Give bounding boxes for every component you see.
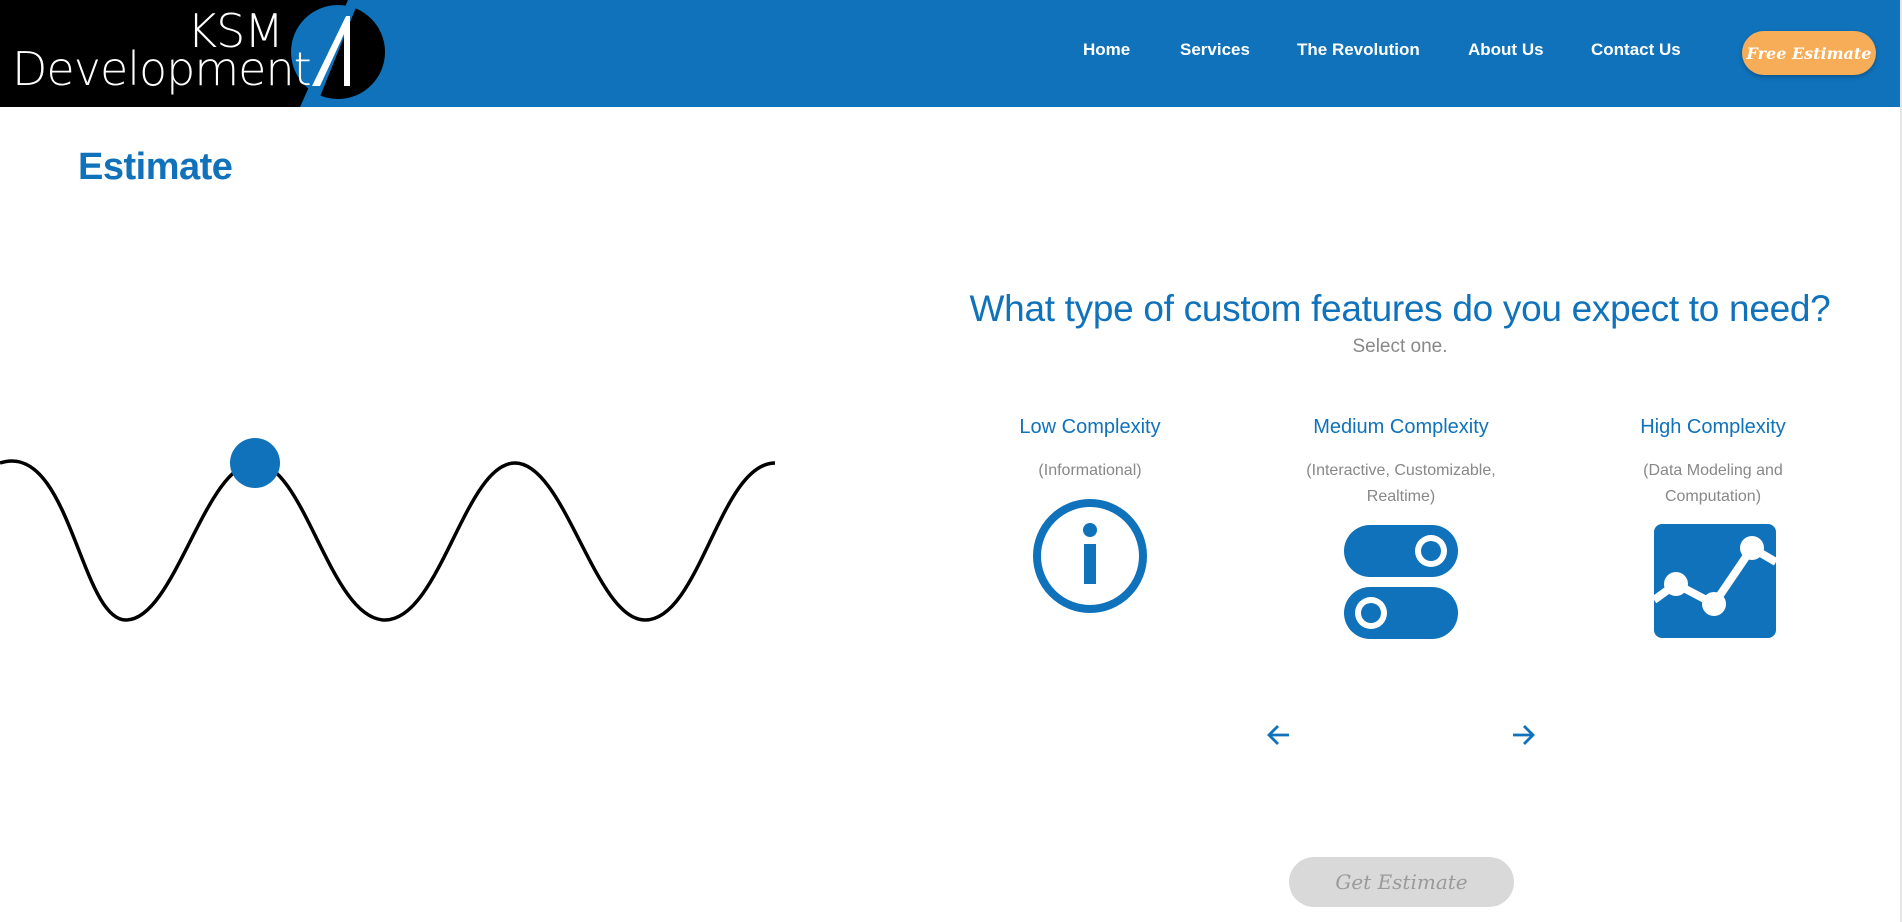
- progress-marker: [230, 438, 280, 488]
- option-description: (Informational): [1038, 462, 1142, 479]
- option-title: High Complexity: [1640, 416, 1786, 438]
- step-question: What type of custom features do you expe…: [969, 288, 1831, 329]
- wave-progress-indicator: [0, 438, 776, 622]
- toggle-switches-icon: [1344, 525, 1458, 639]
- get-estimate-button[interactable]: Get Estimate: [1289, 857, 1514, 907]
- option-title: Low Complexity: [1019, 416, 1161, 438]
- option-low-complexity[interactable]: Low Complexity (Informational): [975, 416, 1205, 616]
- nav-home[interactable]: Home: [1083, 40, 1130, 60]
- option-medium-complexity[interactable]: Medium Complexity (Interactive, Customiz…: [1286, 416, 1516, 646]
- free-estimate-button[interactable]: Free Estimate: [1742, 31, 1876, 75]
- nav-services[interactable]: Services: [1180, 40, 1250, 60]
- option-high-complexity[interactable]: High Complexity (Data Modeling and Compu…: [1598, 416, 1828, 646]
- page-title: Estimate: [78, 146, 233, 188]
- nav-about-us[interactable]: About Us: [1468, 40, 1544, 60]
- logo-line-development: Development: [12, 42, 312, 96]
- line-chart-icon: [1652, 524, 1776, 638]
- option-title: Medium Complexity: [1313, 416, 1489, 438]
- ksm-logo[interactable]: KSM Development: [0, 0, 395, 107]
- nav-contact-us[interactable]: Contact Us: [1591, 40, 1681, 60]
- step-hint: Select one.: [1352, 336, 1448, 357]
- arrow-right-icon[interactable]: [1508, 720, 1538, 750]
- arrow-left-icon[interactable]: [1264, 720, 1294, 750]
- info-icon: [1033, 499, 1147, 613]
- site-header: KSM Development Home Services The Revolu…: [0, 0, 1902, 107]
- wave-line: [0, 459, 776, 622]
- option-description: (Data Modeling and Computation): [1643, 462, 1783, 505]
- nav-the-revolution[interactable]: The Revolution: [1297, 40, 1420, 60]
- option-description: (Interactive, Customizable, Realtime): [1306, 462, 1496, 505]
